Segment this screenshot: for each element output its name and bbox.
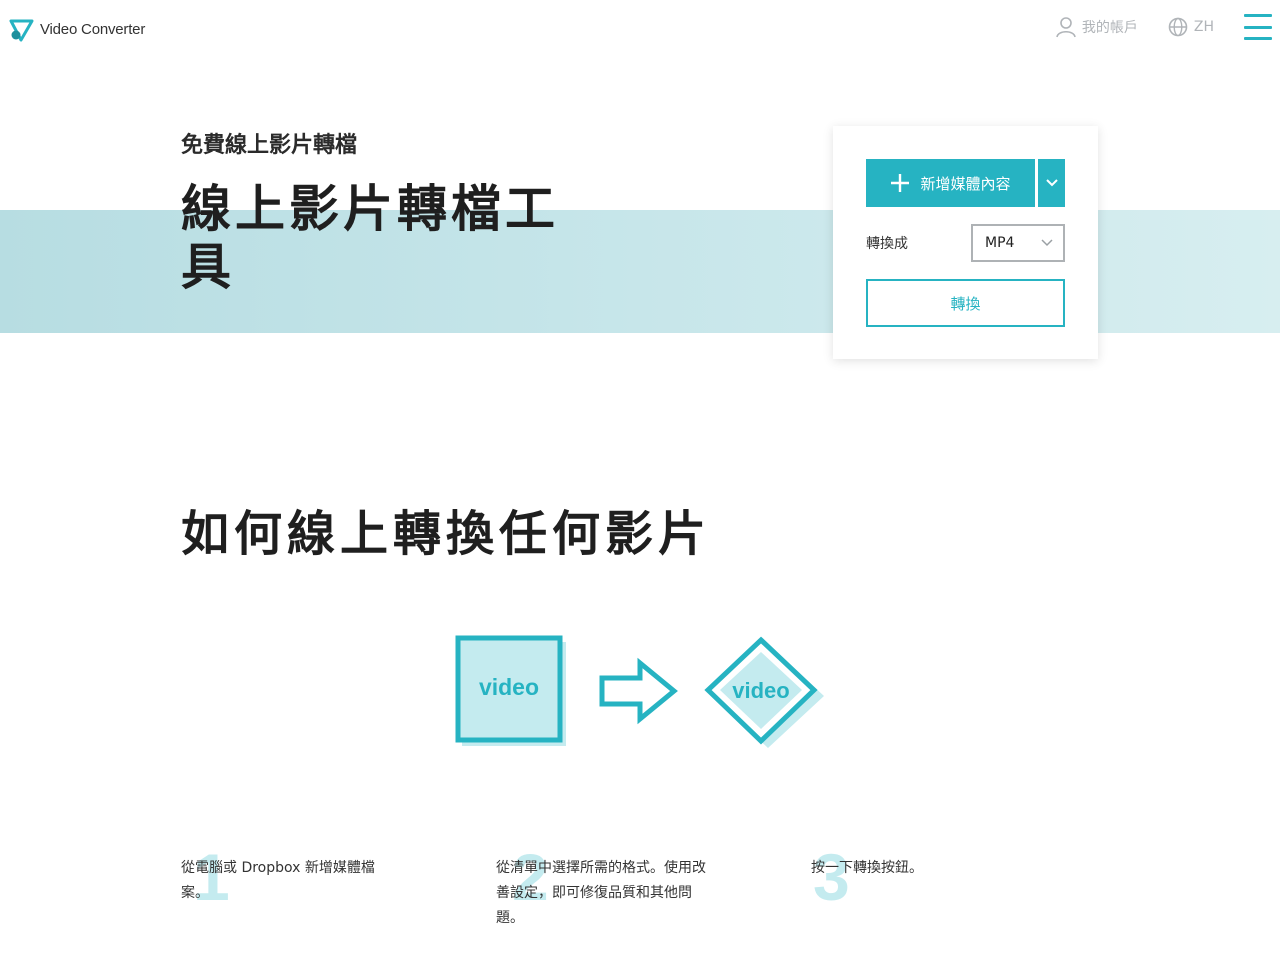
add-media-dropdown-button[interactable] bbox=[1038, 159, 1065, 207]
step-1: 1 從電腦或 Dropbox 新增媒體檔案。 bbox=[181, 840, 381, 950]
language-label: ZH bbox=[1193, 19, 1214, 35]
format-value: MP4 bbox=[985, 235, 1015, 251]
convert-button[interactable]: 轉換 bbox=[866, 279, 1065, 327]
step-text: 從清單中選擇所需的格式。使用改善設定，即可修復品質和其他問題。 bbox=[496, 860, 706, 926]
add-media-label: 新增媒體內容 bbox=[920, 174, 1011, 193]
step-3: 3 按一下轉換按鈕。 bbox=[811, 840, 1011, 950]
step-text: 從電腦或 Dropbox 新增媒體檔案。 bbox=[181, 860, 375, 901]
step-text: 按一下轉換按鈕。 bbox=[811, 860, 923, 876]
arrow-right-icon bbox=[599, 657, 678, 725]
logo[interactable]: Video Converter bbox=[8, 16, 145, 42]
logo-icon bbox=[9, 19, 34, 42]
chevron-down-icon bbox=[1045, 179, 1058, 187]
page-title: 線上影片轉檔工具 bbox=[181, 180, 559, 296]
site-header: Video Converter 我的帳戶 ZH bbox=[0, 0, 1280, 60]
conversion-illustration: video video bbox=[455, 635, 824, 748]
source-video-label: video bbox=[479, 674, 539, 700]
language-switcher[interactable]: ZH bbox=[1168, 17, 1214, 37]
source-video-icon: video bbox=[455, 635, 566, 746]
hero-subtitle: 免費線上影片轉檔 bbox=[181, 133, 358, 158]
account-link[interactable]: 我的帳戶 bbox=[1056, 16, 1138, 38]
format-select[interactable]: MP4 bbox=[971, 224, 1065, 262]
how-to-title: 如何線上轉換任何影片 bbox=[181, 506, 712, 562]
logo-text: Video Converter bbox=[40, 20, 146, 38]
account-label: 我的帳戶 bbox=[1081, 20, 1138, 36]
convert-to-label: 轉換成 bbox=[866, 236, 908, 252]
hamburger-menu-icon[interactable] bbox=[1244, 12, 1272, 42]
globe-icon bbox=[1168, 17, 1188, 37]
target-video-icon: video bbox=[704, 636, 824, 748]
add-media-button[interactable]: 新增媒體內容 bbox=[866, 159, 1035, 207]
plus-icon bbox=[891, 174, 910, 192]
converter-card: 新增媒體內容 轉換成 MP4 轉換 bbox=[833, 126, 1098, 359]
step-2: 2 從清單中選擇所需的格式。使用改善設定，即可修復品質和其他問題。 bbox=[496, 840, 706, 950]
user-icon bbox=[1056, 17, 1076, 38]
chevron-down-icon bbox=[1041, 239, 1053, 247]
header-nav: 我的帳戶 ZH bbox=[1056, 12, 1272, 42]
steps-list: 1 從電腦或 Dropbox 新增媒體檔案。 2 從清單中選擇所需的格式。使用改… bbox=[0, 840, 1280, 950]
target-video-label: video bbox=[732, 678, 789, 703]
